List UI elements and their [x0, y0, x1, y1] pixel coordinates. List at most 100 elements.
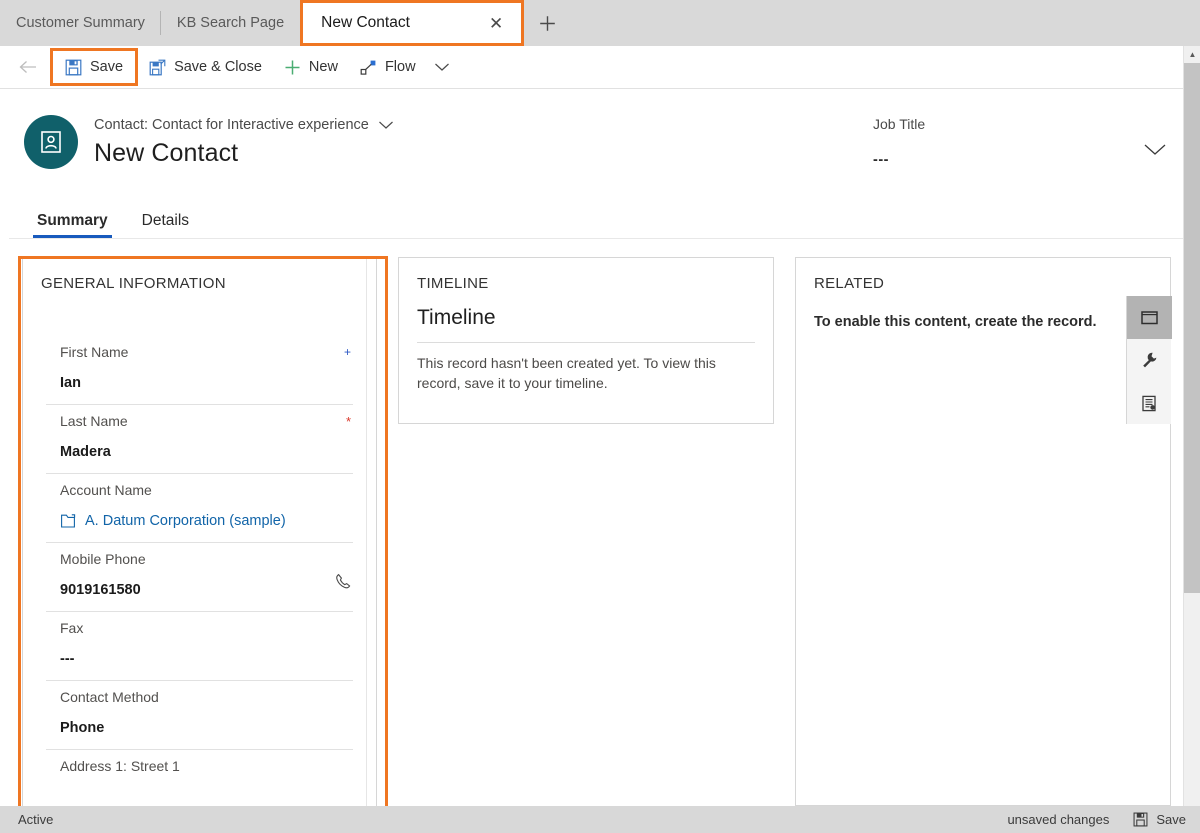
back-button[interactable]	[9, 46, 47, 89]
account-lookup-icon	[61, 514, 76, 528]
timeline-section: TIMELINE Timeline This record hasn't bee…	[398, 257, 774, 424]
tab-details-label: Details	[141, 212, 190, 229]
field-mobile-phone[interactable]: Mobile Phone 9019161580	[46, 543, 353, 612]
save-and-close-icon	[149, 59, 166, 76]
timeline-heading: TIMELINE	[417, 275, 489, 292]
close-icon[interactable]: ✕	[485, 12, 507, 34]
save-disk-icon	[65, 59, 82, 76]
related-pane-rail	[1126, 296, 1172, 425]
status-save-button[interactable]: Save	[1133, 812, 1186, 827]
field-value: ---	[60, 651, 75, 667]
rail-button-window-panel[interactable]	[1127, 296, 1172, 339]
rail-button-report[interactable]	[1127, 382, 1172, 425]
phone-icon	[336, 573, 351, 589]
status-bar: Active unsaved changes Save	[0, 806, 1200, 833]
recommended-marker-icon: +	[343, 345, 351, 359]
field-label: First Name	[60, 344, 129, 360]
tab-kb-search-page[interactable]: KB Search Page	[161, 0, 300, 46]
chevron-down-icon	[1144, 144, 1166, 155]
browser-tab-strip: Customer Summary KB Search Page New Cont…	[0, 0, 1200, 46]
back-arrow-icon	[19, 61, 36, 73]
job-title-field[interactable]: Job Title ---	[873, 116, 1143, 168]
general-information-section: GENERAL INFORMATION First Name Ian + Las…	[22, 257, 377, 806]
tab-new-contact[interactable]: New Contact ✕	[300, 0, 525, 46]
status-save-label: Save	[1156, 812, 1186, 827]
field-label: Contact Method	[60, 689, 159, 705]
tab-summary[interactable]: Summary	[33, 212, 112, 238]
command-overflow-button[interactable]	[427, 49, 457, 85]
command-bar: Save Save & Close New Flow	[0, 46, 1200, 89]
header-expand-button[interactable]	[1143, 142, 1167, 161]
command-buttons: Save Save & Close New Flow	[47, 46, 457, 89]
general-information-heading: GENERAL INFORMATION	[41, 275, 226, 292]
tab-label: Customer Summary	[16, 15, 145, 31]
plus-icon	[539, 15, 555, 31]
related-heading: RELATED	[814, 275, 885, 292]
field-first-name[interactable]: First Name Ian +	[46, 336, 353, 405]
flow-icon	[360, 59, 377, 76]
tab-customer-summary[interactable]: Customer Summary	[0, 0, 161, 46]
field-value: Ian	[60, 375, 81, 391]
field-label: Account Name	[60, 482, 152, 498]
form-body: GENERAL INFORMATION First Name Ian + Las…	[9, 240, 1189, 806]
field-value: Madera	[60, 444, 111, 460]
save-disk-icon	[1133, 812, 1148, 827]
field-label: Last Name	[60, 413, 128, 429]
section-scroll-gutter[interactable]	[366, 258, 376, 806]
flow-button[interactable]: Flow	[349, 49, 427, 85]
job-title-label: Job Title	[873, 116, 926, 132]
field-account-name[interactable]: Account Name A. Datum Corporation (sampl…	[46, 474, 353, 543]
scroll-up-icon[interactable]: ▲	[1184, 46, 1200, 63]
field-last-name[interactable]: Last Name Madera *	[46, 405, 353, 474]
contact-avatar-icon	[41, 131, 61, 153]
new-button-label: New	[308, 59, 338, 75]
field-label: Fax	[60, 620, 84, 636]
tab-summary-label: Summary	[37, 212, 108, 229]
field-value: Phone	[60, 720, 105, 736]
timeline-title: Timeline	[417, 306, 496, 329]
record-subtitle-row[interactable]: Contact: Contact for Interactive experie…	[94, 117, 394, 133]
field-address-street-1[interactable]: Address 1: Street 1	[46, 750, 353, 783]
plus-icon	[284, 59, 301, 76]
page-title: New Contact	[94, 138, 239, 167]
chevron-down-icon	[378, 121, 393, 129]
save-and-close-button[interactable]: Save & Close	[138, 49, 273, 85]
avatar	[24, 115, 78, 169]
field-value-row: A. Datum Corporation (sample)	[60, 513, 353, 529]
field-value[interactable]: A. Datum Corporation (sample)	[85, 513, 286, 529]
save-button[interactable]: Save	[50, 48, 139, 86]
field-label: Address 1: Street 1	[60, 758, 180, 774]
record-subtitle: Contact: Contact for Interactive experie…	[94, 116, 369, 133]
record-header: Contact: Contact for Interactive experie…	[9, 89, 1189, 196]
save-and-close-label: Save & Close	[174, 59, 262, 75]
app-window: Customer Summary KB Search Page New Cont…	[0, 0, 1200, 833]
tab-details[interactable]: Details	[138, 212, 193, 238]
rail-button-tools[interactable]	[1127, 339, 1172, 382]
wrench-icon	[1143, 352, 1157, 368]
status-badge: Active	[18, 812, 54, 827]
record-titles: Contact: Contact for Interactive experie…	[94, 117, 394, 168]
field-fax[interactable]: Fax ---	[46, 612, 353, 681]
new-tab-button[interactable]	[524, 0, 570, 46]
related-section: RELATED To enable this content, create t…	[795, 257, 1171, 806]
timeline-empty-message: This record hasn't been created yet. To …	[417, 355, 716, 391]
tab-label: New Contact	[321, 14, 410, 31]
required-marker-icon: *	[345, 414, 351, 429]
new-button[interactable]: New	[273, 49, 349, 85]
field-value: 9019161580	[60, 582, 141, 598]
related-message: To enable this content, create the recor…	[814, 314, 1097, 330]
job-title-value: ---	[873, 152, 889, 168]
phone-call-button[interactable]	[334, 572, 353, 596]
form-tab-list: Summary Details	[9, 196, 1189, 239]
flow-button-label: Flow	[384, 59, 416, 75]
report-document-icon	[1142, 395, 1156, 412]
status-right-group: unsaved changes Save	[1007, 812, 1186, 827]
scrollbar-thumb[interactable]	[1184, 63, 1200, 593]
tab-label: KB Search Page	[176, 15, 285, 31]
chevron-down-icon	[434, 63, 449, 71]
field-contact-method[interactable]: Contact Method Phone	[46, 681, 353, 750]
page-scrollbar[interactable]: ▲ ▼	[1183, 46, 1200, 833]
unsaved-changes-text: unsaved changes	[1007, 812, 1110, 827]
save-button-label: Save	[90, 59, 124, 75]
record-header-right: Job Title ---	[873, 116, 1167, 168]
